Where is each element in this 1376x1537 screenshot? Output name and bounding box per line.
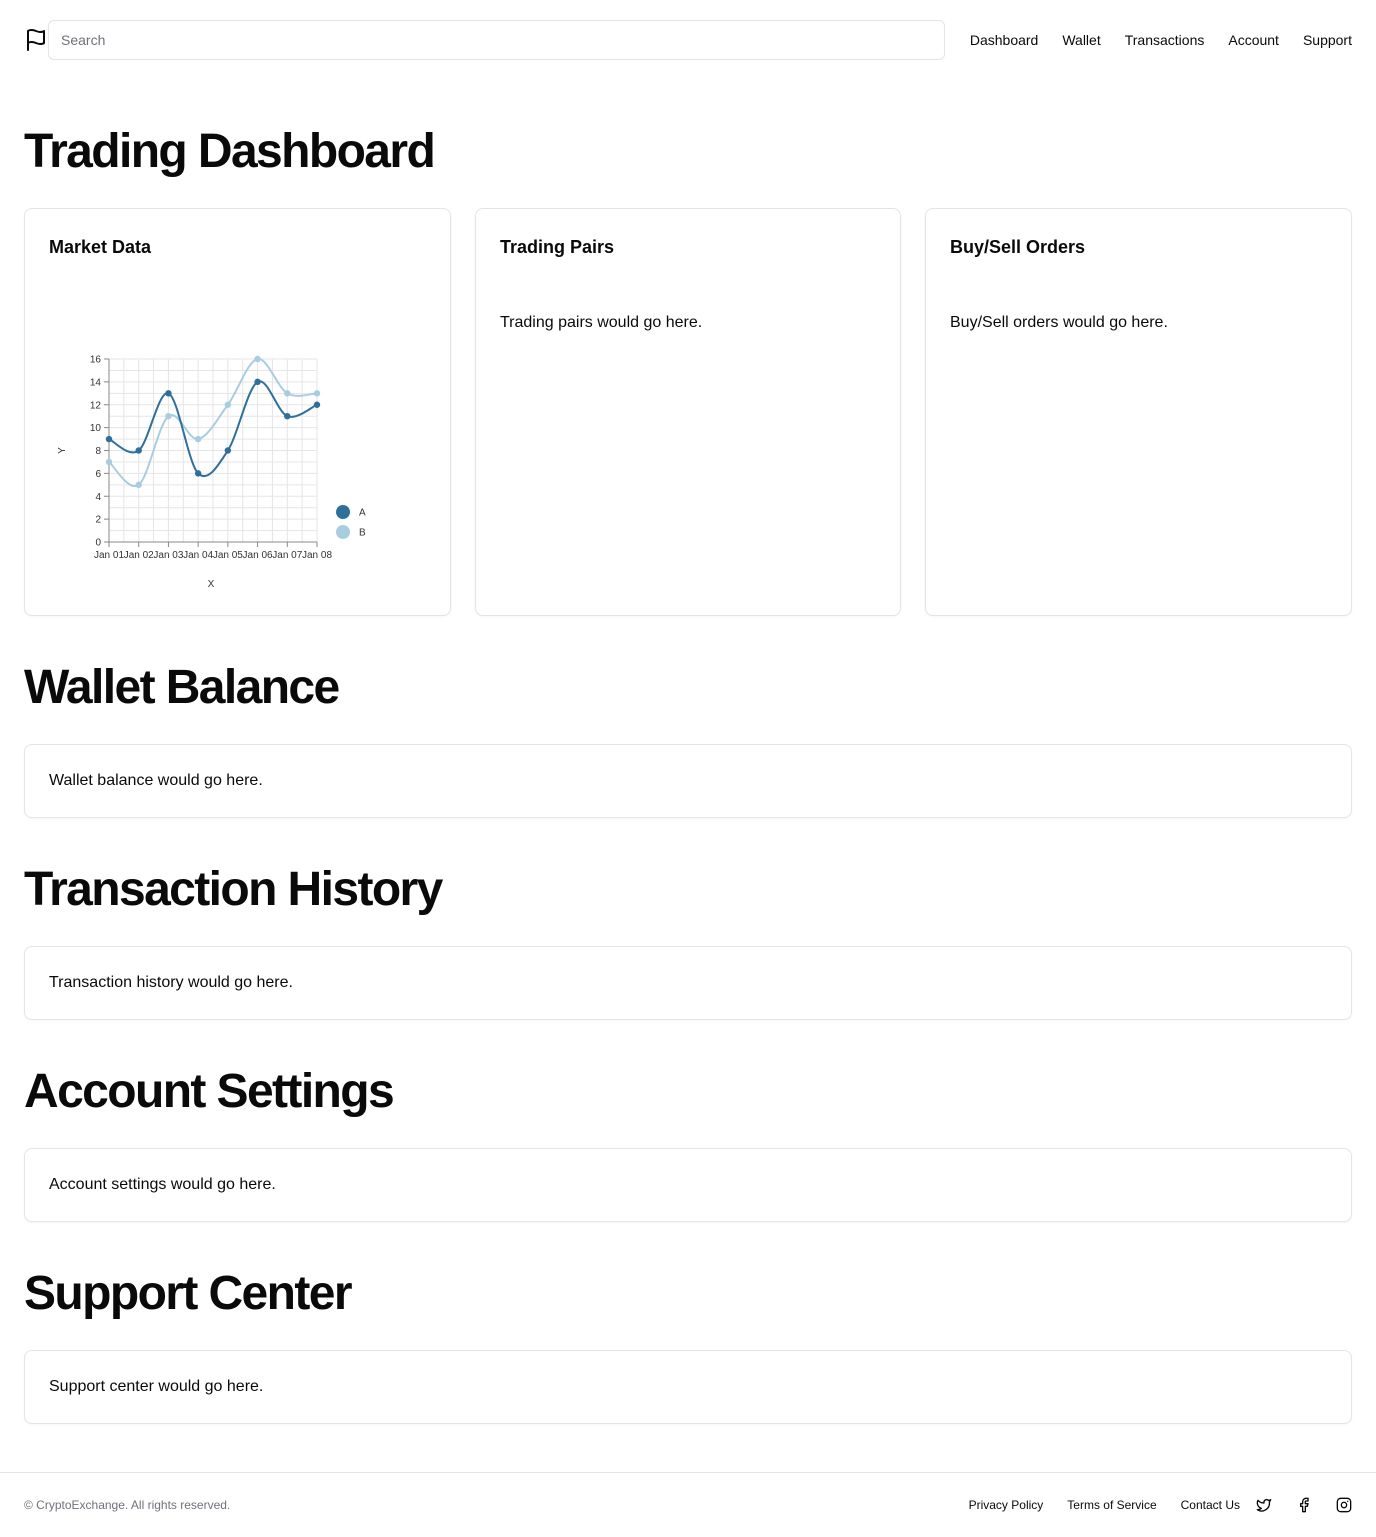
- wallet-title: Wallet Balance: [24, 661, 340, 714]
- chart-point-B: [313, 390, 321, 397]
- orders-text: Buy/Sell orders would go here.: [950, 314, 1168, 331]
- chart-point-B: [284, 390, 291, 397]
- chart-y-tick-label: 14: [90, 377, 102, 388]
- chart-x-tick-label: Jan 04: [183, 550, 213, 561]
- chart-x-tick-label: Jan 06: [243, 550, 273, 561]
- dashboard-title: Trading Dashboard: [24, 125, 436, 178]
- support-card: Support center would go here.: [24, 1350, 1352, 1424]
- main-nav: Dashboard Wallet Transactions Account Su…: [970, 30, 1352, 50]
- chart-y-tick-label: 4: [95, 492, 101, 503]
- privacy-policy-link[interactable]: Privacy Policy: [969, 1495, 1044, 1515]
- market-data-chart: 0246810121416Jan 01 Jan 02 Jan 03 Jan 04 Jan…: [57, 355, 366, 591]
- chart-x-tick-label: Jan 02: [124, 550, 154, 561]
- chart-point-B: [194, 435, 202, 443]
- chart-point-A: [135, 447, 142, 454]
- market-data-card: Market Data 0 2 4 6 8 10 12 14 16 Jan 01 Jan 02 Jan…: [24, 208, 451, 616]
- chart-point-A: [284, 412, 291, 420]
- transactions-card: Transaction history would go here.: [24, 946, 1352, 1020]
- chart-y-tick-label: 12: [90, 400, 102, 411]
- chart-point-B: [254, 355, 261, 363]
- chart-point-A: [224, 447, 232, 454]
- facebook-icon[interactable]: [1296, 1497, 1312, 1513]
- nav-dashboard[interactable]: Dashboard: [970, 30, 1039, 50]
- chart-point-A: [313, 401, 321, 408]
- chart-point-A: [254, 378, 261, 386]
- account-title: Account Settings: [24, 1065, 395, 1118]
- chart-point-B: [165, 412, 172, 420]
- footer-links: Privacy Policy Terms of Service Contact …: [969, 1495, 1352, 1515]
- chart-point-B: [135, 481, 142, 489]
- chart-x-tick-label: Jan 08: [302, 550, 332, 561]
- chart-x-tick-label: Jan 05: [213, 550, 243, 561]
- chart-point-B: [224, 401, 232, 408]
- chart-y-axis-label: Y: [57, 447, 68, 454]
- chart-x-tick-label: Jan 01: [94, 550, 124, 561]
- copyright-text: © CryptoExchange. All rights reserved.: [24, 1498, 231, 1512]
- chart-x-tick-label: Jan 03: [153, 550, 183, 561]
- top-navbar: Dashboard Wallet Transactions Account Su…: [0, 0, 1376, 80]
- instagram-icon[interactable]: [1336, 1497, 1352, 1513]
- account-card: Account settings would go here.: [24, 1148, 1352, 1222]
- chart-y-tick-label: 8: [95, 446, 101, 457]
- orders-card: Buy/Sell Orders Buy/Sell orders would go…: [925, 208, 1352, 616]
- footer: © CryptoExchange. All rights reserved. P…: [0, 1472, 1376, 1537]
- nav-transactions[interactable]: Transactions: [1125, 30, 1205, 50]
- market-data-title: Market Data: [49, 237, 152, 257]
- support-text: Support center would go here.: [49, 1378, 264, 1395]
- search-input[interactable]: [48, 20, 945, 60]
- transactions-title: Transaction History: [24, 863, 443, 916]
- trading-pairs-card: Trading Pairs Trading pairs would go her…: [475, 208, 901, 616]
- chart-y-tick-label: 0: [95, 538, 101, 549]
- flag-icon[interactable]: [24, 28, 48, 52]
- contact-us-link[interactable]: Contact Us: [1181, 1495, 1240, 1515]
- chart-y-tick-label: 6: [95, 469, 101, 480]
- support-title: Support Center: [24, 1267, 353, 1320]
- nav-wallet[interactable]: Wallet: [1062, 30, 1100, 50]
- chart-legend-swatch-B: [336, 525, 350, 539]
- transactions-text: Transaction history would go here.: [49, 974, 293, 991]
- wallet-text: Wallet balance would go here.: [49, 772, 263, 789]
- chart-y-tick-label: 16: [90, 355, 102, 366]
- chart-x-axis-label: X: [208, 579, 215, 590]
- orders-title: Buy/Sell Orders: [950, 237, 1086, 257]
- account-text: Account settings would go here.: [49, 1176, 276, 1193]
- terms-of-service-link[interactable]: Terms of Service: [1067, 1495, 1156, 1515]
- wallet-card: Wallet balance would go here.: [24, 744, 1352, 818]
- trading-pairs-title: Trading Pairs: [500, 237, 615, 257]
- twitter-icon[interactable]: [1256, 1497, 1272, 1513]
- chart-legend-swatch-A: [336, 505, 350, 519]
- chart-y-tick-label: 10: [90, 423, 102, 434]
- chart-y-tick-label: 2: [95, 515, 101, 526]
- trading-pairs-text: Trading pairs would go here.: [500, 314, 703, 331]
- chart-x-tick-label: Jan 07: [272, 550, 302, 561]
- chart-legend-label-B: B: [359, 528, 366, 539]
- chart-point-B: [105, 458, 113, 466]
- chart-point-A: [105, 435, 113, 443]
- nav-account[interactable]: Account: [1228, 30, 1279, 50]
- chart-point-A: [194, 470, 202, 477]
- nav-support[interactable]: Support: [1303, 30, 1352, 50]
- chart-legend-label-A: A: [359, 508, 366, 519]
- chart-point-A: [165, 390, 172, 397]
